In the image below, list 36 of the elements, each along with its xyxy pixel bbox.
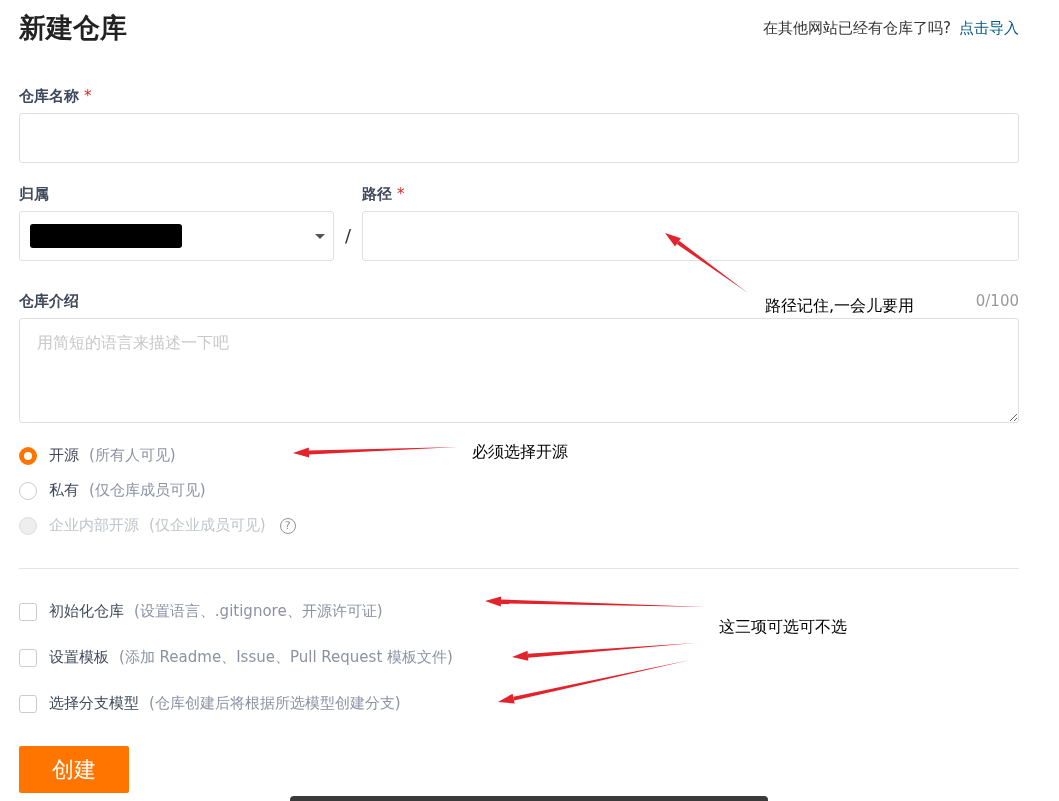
field-label: 路径 [362, 184, 392, 204]
field-label: 仓库介绍 [19, 291, 79, 311]
required-mark: * [84, 87, 92, 105]
annotation-text: 路径记住,一会儿要用 [765, 296, 915, 317]
owner-select[interactable] [19, 211, 334, 261]
annotation-text: 必须选择开源 [472, 442, 568, 463]
option-label: 设置模板 [49, 648, 109, 667]
repo-name-field[interactable] [19, 113, 1019, 163]
import-prompt: 在其他网站已经有仓库了吗? [763, 18, 951, 38]
path-field[interactable] [362, 211, 1019, 261]
option-label: 开源 [49, 446, 79, 465]
option-hint: (仅企业成员可见) [149, 516, 266, 535]
option-label: 企业内部开源 [49, 516, 139, 535]
option-label: 私有 [49, 481, 79, 500]
field-label: 仓库名称 [19, 86, 79, 106]
page-title: 新建仓库 [19, 11, 127, 45]
option-hint: (仓库创建后将根据所选模型创建分支) [149, 694, 401, 713]
option-label: 选择分支模型 [49, 694, 139, 713]
option-hint: (添加 Readme、Issue、Pull Request 模板文件) [119, 648, 453, 667]
option-label: 初始化仓库 [49, 602, 124, 621]
option-hint: (仅仓库成员可见) [89, 481, 206, 500]
checkbox[interactable] [19, 648, 37, 667]
caret-icon [315, 233, 325, 239]
radio-button[interactable] [19, 446, 37, 465]
checkbox[interactable] [19, 602, 37, 621]
required-mark: * [397, 185, 405, 203]
checkbox[interactable] [19, 694, 37, 713]
option-hint: (所有人可见) [89, 446, 176, 465]
option-hint: (设置语言、.gitignore、开源许可证) [134, 602, 383, 621]
field-label: 归属 [19, 184, 49, 204]
create-button[interactable]: 创建 [19, 746, 129, 793]
radio-button[interactable] [19, 481, 37, 500]
char-counter: 0/100 [975, 292, 1019, 310]
import-link[interactable]: 点击导入 [959, 18, 1019, 38]
path-separator: / [343, 224, 353, 248]
annotation-text: 这三项可选可不选 [719, 617, 847, 638]
